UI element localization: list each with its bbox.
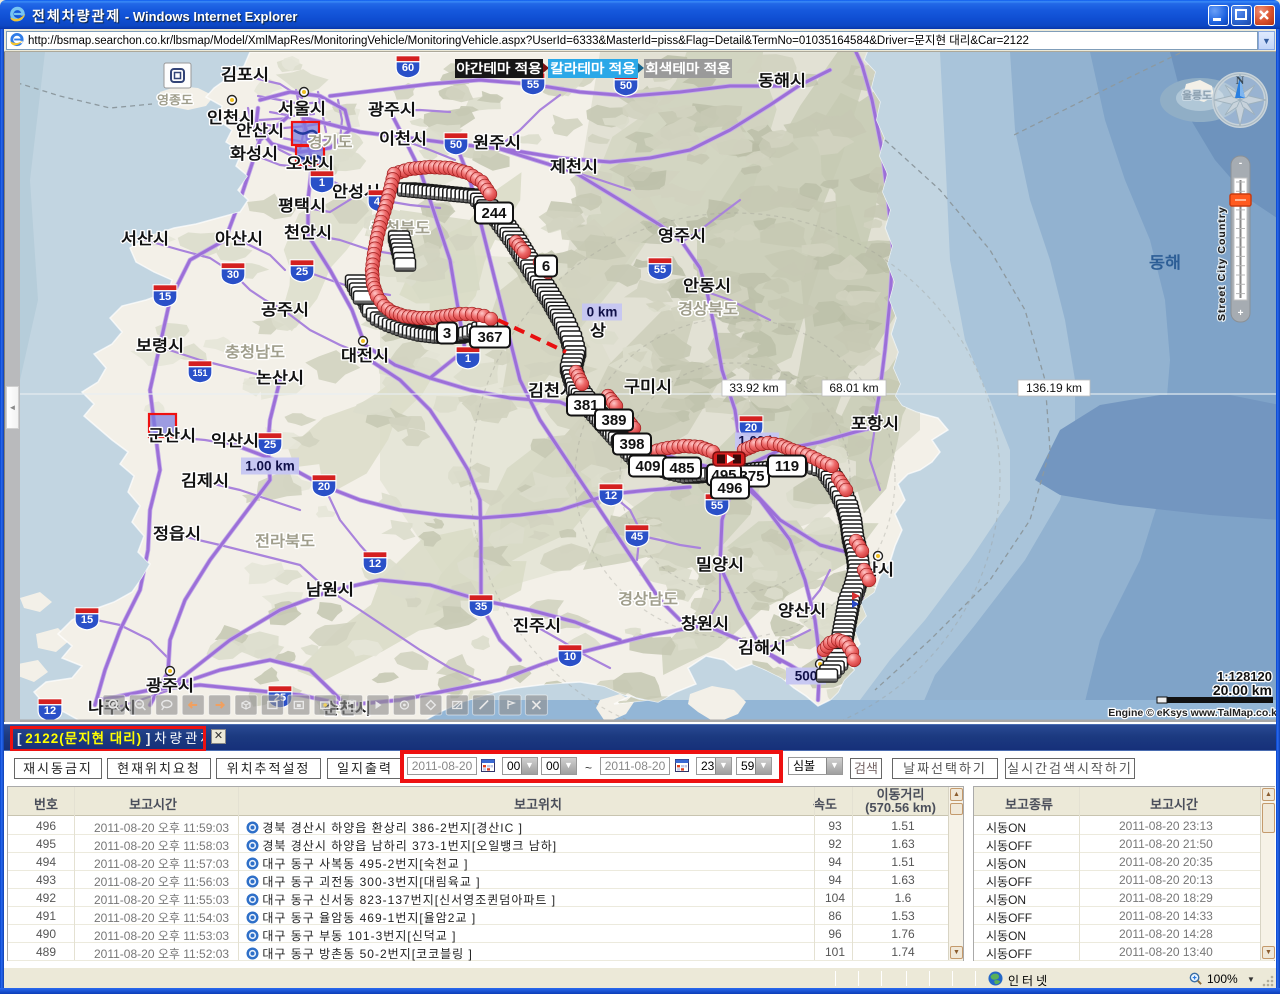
svg-text:익산시: 익산시 — [211, 431, 259, 450]
svg-text:원주시: 원주시 — [473, 134, 521, 152]
svg-text:55: 55 — [711, 500, 723, 512]
svg-text:1: 1 — [465, 353, 471, 365]
svg-text:동해: 동해 — [1149, 254, 1181, 272]
svg-text:안동시: 안동시 — [683, 277, 731, 295]
svg-text:동해시: 동해시 — [758, 72, 806, 90]
svg-text:경기도: 경기도 — [308, 133, 353, 151]
svg-text:15: 15 — [81, 614, 93, 626]
svg-text:평택시: 평택시 — [278, 197, 326, 215]
svg-text:25: 25 — [296, 266, 308, 278]
svg-text:55: 55 — [527, 79, 539, 91]
svg-text:12: 12 — [44, 705, 56, 717]
svg-text:20.00 km: 20.00 km — [1213, 682, 1272, 698]
svg-text:1.00 km: 1.00 km — [245, 459, 295, 474]
svg-text:밀양시: 밀양시 — [696, 555, 744, 574]
svg-text:포항시: 포항시 — [851, 414, 899, 433]
svg-text:진주시: 진주시 — [513, 617, 561, 635]
svg-text:공주시: 공주시 — [261, 301, 309, 319]
svg-text:광주시: 광주시 — [146, 676, 194, 695]
svg-text:+: + — [1238, 308, 1244, 319]
svg-text:-: - — [1239, 158, 1242, 169]
svg-text:안산시: 안산시 — [236, 122, 284, 140]
svg-text:151: 151 — [193, 368, 208, 378]
svg-text:15: 15 — [159, 291, 171, 303]
svg-text:전라북도: 전라북도 — [255, 533, 315, 550]
svg-text:10: 10 — [564, 651, 576, 663]
svg-text:12: 12 — [605, 490, 617, 502]
svg-text:20: 20 — [318, 481, 330, 493]
svg-text:아산시: 아산시 — [215, 230, 263, 248]
svg-text:야간테마 적용: 야간테마 적용 — [456, 61, 542, 76]
svg-text:500: 500 — [795, 669, 818, 684]
svg-text:N: N — [1236, 73, 1245, 87]
svg-text:김제시: 김제시 — [181, 471, 229, 490]
svg-text:양산시: 양산시 — [778, 602, 826, 620]
svg-text:김해시: 김해시 — [738, 638, 786, 657]
svg-text:영주시: 영주시 — [658, 227, 706, 245]
svg-text:25: 25 — [264, 439, 276, 451]
svg-text:485: 485 — [669, 460, 694, 477]
svg-text:구미시: 구미시 — [624, 378, 672, 396]
svg-text:경상북도: 경상북도 — [678, 300, 738, 318]
svg-text:50: 50 — [620, 80, 632, 92]
svg-text:45: 45 — [631, 531, 643, 543]
svg-text:55: 55 — [654, 264, 666, 276]
svg-text:0 km: 0 km — [587, 305, 618, 320]
svg-text:남원시: 남원시 — [306, 581, 354, 599]
svg-text:50: 50 — [450, 139, 462, 151]
svg-text:군산시: 군산시 — [148, 427, 196, 445]
svg-text:136.19 km: 136.19 km — [1026, 381, 1082, 395]
svg-text:12: 12 — [369, 558, 381, 570]
svg-text:대전시: 대전시 — [341, 347, 389, 365]
svg-text:1: 1 — [319, 177, 325, 189]
svg-text:서산시: 서산시 — [121, 230, 169, 248]
svg-text:496: 496 — [717, 480, 742, 497]
svg-text:3: 3 — [443, 325, 451, 342]
svg-text:20: 20 — [745, 422, 757, 434]
svg-text:119: 119 — [775, 458, 799, 475]
svg-text:6: 6 — [542, 258, 550, 275]
svg-text:35: 35 — [475, 601, 487, 613]
svg-text:창원시: 창원시 — [681, 614, 729, 633]
svg-text:244: 244 — [481, 205, 507, 222]
svg-text:충청남도: 충청남도 — [225, 344, 285, 361]
svg-text:논산시: 논산시 — [256, 369, 304, 387]
svg-text:울릉도: 울릉도 — [1182, 90, 1212, 102]
svg-text:김포시: 김포시 — [221, 65, 269, 84]
svg-text:화성시: 화성시 — [230, 144, 278, 163]
svg-text:상: 상 — [590, 322, 606, 340]
svg-text:제천시: 제천시 — [550, 158, 598, 176]
svg-text:33.92 km: 33.92 km — [729, 381, 778, 395]
svg-text:30: 30 — [227, 269, 239, 281]
svg-text:367: 367 — [477, 329, 502, 346]
svg-text:68.01 km: 68.01 km — [829, 381, 878, 395]
svg-text:정읍시: 정읍시 — [153, 525, 201, 543]
svg-text:영종도: 영종도 — [157, 92, 193, 107]
svg-text:398: 398 — [619, 436, 644, 453]
svg-text:Street City Country: Street City Country — [1216, 206, 1228, 321]
svg-text:보령시: 보령시 — [136, 336, 184, 355]
svg-text:389: 389 — [601, 412, 626, 429]
svg-text:회색테마 적용: 회색테마 적용 — [645, 61, 731, 76]
svg-text:409: 409 — [635, 458, 660, 475]
svg-text:경상남도: 경상남도 — [618, 590, 678, 608]
svg-text:칼라테마 적용: 칼라테마 적용 — [550, 61, 636, 76]
svg-text:천안시: 천안시 — [284, 224, 332, 242]
svg-text:서울시: 서울시 — [278, 100, 326, 118]
svg-text:Engine © eKsys www.TalMap.co.k: Engine © eKsys www.TalMap.co.k — [1108, 707, 1277, 719]
svg-text:광주시: 광주시 — [368, 100, 416, 119]
svg-text:60: 60 — [402, 62, 414, 74]
svg-text:이천시: 이천시 — [379, 130, 427, 148]
